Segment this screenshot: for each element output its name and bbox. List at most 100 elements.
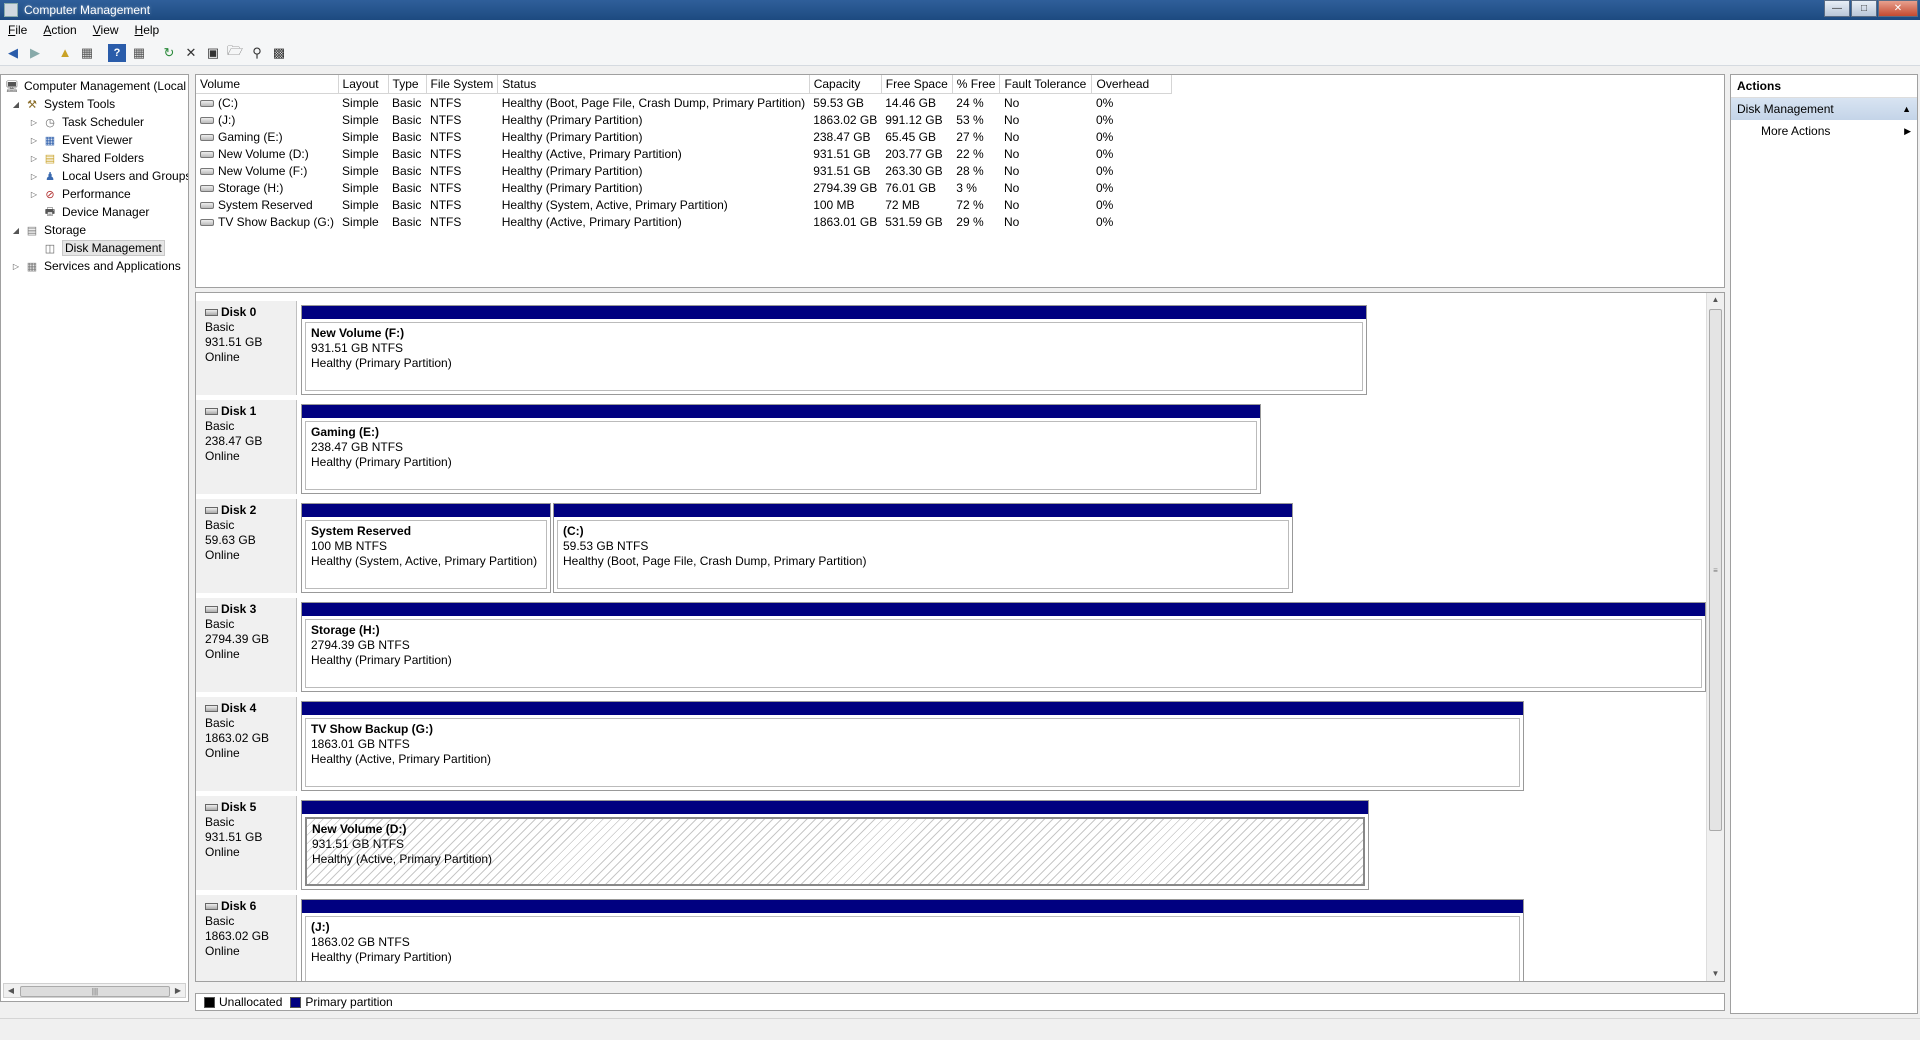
disk-row[interactable]: Disk 3 Basic 2794.39 GB Online Storage (H:) 2… (196, 598, 1706, 695)
help-icon[interactable]: ? (108, 43, 126, 62)
maximize-button[interactable]: □ (1851, 0, 1877, 17)
disk-info[interactable]: Disk 6 Basic 1863.02 GB Online (196, 895, 297, 981)
column-header-percent-free[interactable]: % Free (952, 75, 1001, 94)
disk-info[interactable]: Disk 4 Basic 1863.02 GB Online (196, 697, 297, 791)
minimize-button[interactable]: — (1824, 0, 1850, 17)
properties-icon[interactable]: ▣ (204, 44, 222, 62)
menu-action[interactable]: Action (35, 23, 84, 37)
partition-block[interactable]: New Volume (D:) 931.51 GB NTFS Healthy (Ac… (301, 800, 1369, 890)
tree-node-root[interactable]: 🖥 Computer Management (Local (5, 77, 186, 95)
table-row[interactable]: System Reserved Simple Basic NTFS Healthy (S… (196, 196, 1172, 213)
tree-node-local-users[interactable]: ▷ ♟ Local Users and Groups (29, 167, 188, 185)
close-button[interactable]: ✕ (1878, 0, 1918, 17)
disk-row[interactable]: Disk 0 Basic 931.51 GB Online New Volume (F:… (196, 301, 1706, 398)
menu-help[interactable]: Help (127, 23, 168, 37)
tree-node-storage[interactable]: ◢ ▤ Storage (11, 221, 86, 239)
tree-node-performance[interactable]: ▷ ⊘ Performance (29, 185, 131, 203)
partition-name: Storage (H:) (311, 623, 380, 637)
tree-node-device-manager[interactable]: 🖶 Device Manager (43, 203, 150, 221)
tree-node-event-viewer[interactable]: ▷ ▦ Event Viewer (29, 131, 133, 149)
expand-arrow-icon[interactable]: ▷ (29, 154, 39, 163)
disk-row[interactable]: Disk 4 Basic 1863.02 GB Online TV Show Backu… (196, 697, 1706, 794)
forward-arrow-icon[interactable]: ▶ (26, 44, 44, 62)
scroll-down-arrow-icon[interactable]: ▼ (1707, 967, 1724, 981)
scroll-up-arrow-icon[interactable]: ▲ (1707, 293, 1724, 307)
partition-size: 1863.01 GB NTFS (311, 737, 410, 751)
expand-arrow-icon[interactable]: ▷ (29, 190, 39, 199)
column-header-capacity[interactable]: Capacity (809, 75, 882, 94)
actions-section-disk-management[interactable]: Disk Management ▲ (1731, 98, 1917, 120)
open-icon[interactable]: 🗁 (226, 43, 244, 62)
table-row[interactable]: Storage (H:) Simple Basic NTFS Healthy (Prim… (196, 179, 1172, 196)
delete-icon[interactable]: ✕ (182, 44, 200, 62)
menu-file[interactable]: File (0, 23, 35, 37)
column-header-fault-tolerance[interactable]: Fault Tolerance (999, 75, 1093, 94)
table-row[interactable]: (J:) Simple Basic NTFS Healthy (Primary Part… (196, 111, 1172, 128)
expand-arrow-icon[interactable]: ▷ (29, 118, 39, 127)
collapse-up-icon[interactable]: ▲ (1902, 98, 1911, 120)
menu-view[interactable]: View (85, 23, 127, 37)
settings-icon[interactable]: ▩ (270, 44, 288, 62)
expand-arrow-icon[interactable]: ▷ (29, 136, 39, 145)
column-header-volume[interactable]: Volume (196, 75, 339, 94)
show-hide-tree-icon[interactable]: ▦ (78, 44, 96, 62)
column-header-file-system[interactable]: File System (426, 75, 499, 94)
scroll-right-arrow-icon[interactable]: ▶ (171, 984, 185, 997)
column-header-overhead[interactable]: Overhead (1091, 75, 1173, 94)
tree-node-task-scheduler[interactable]: ▷ ◷ Task Scheduler (29, 113, 144, 131)
disk-info[interactable]: Disk 2 Basic 59.63 GB Online (196, 499, 297, 593)
disk-row[interactable]: Disk 5 Basic 931.51 GB Online New Volume (D:… (196, 796, 1706, 893)
up-folder-icon[interactable]: ▲ (56, 44, 74, 62)
collapse-arrow-icon[interactable]: ◢ (11, 100, 21, 109)
table-row[interactable]: New Volume (F:) Simple Basic NTFS Healthy (P… (196, 162, 1172, 179)
disk-info[interactable]: Disk 3 Basic 2794.39 GB Online (196, 598, 297, 692)
search-icon[interactable]: ⚲ (248, 44, 266, 62)
disk-type: Basic (205, 320, 235, 334)
partition-block[interactable]: (C:) 59.53 GB NTFS Healthy (Boot, Page Fil… (553, 503, 1293, 593)
partition-block[interactable]: Gaming (E:) 238.47 GB NTFS Healthy (Primar… (301, 404, 1261, 494)
table-row[interactable]: New Volume (D:) Simple Basic NTFS Healthy (A… (196, 145, 1172, 162)
column-header-type[interactable]: Type (388, 75, 427, 94)
cell-free-space: 203.77 GB (885, 146, 943, 161)
scroll-left-arrow-icon[interactable]: ◀ (4, 984, 18, 997)
disk-info[interactable]: Disk 5 Basic 931.51 GB Online (196, 796, 297, 890)
partition-block[interactable]: (J:) 1863.02 GB NTFS Healthy (Primary Part… (301, 899, 1524, 981)
column-header-free-space[interactable]: Free Space (881, 75, 953, 94)
back-arrow-icon[interactable]: ◀ (4, 44, 22, 62)
partition-details: System Reserved 100 MB NTFS Healthy (Syste… (305, 520, 547, 589)
partition-block[interactable]: System Reserved 100 MB NTFS Healthy (Syste… (301, 503, 551, 593)
tree-label-storage: Storage (44, 223, 87, 237)
disk-info[interactable]: Disk 0 Basic 931.51 GB Online (196, 301, 297, 395)
partition-block[interactable]: New Volume (F:) 931.51 GB NTFS Healthy (Pr… (301, 305, 1367, 395)
collapse-arrow-icon[interactable]: ◢ (11, 226, 21, 235)
scrollbar-thumb[interactable]: ||| (20, 986, 170, 997)
column-header-layout[interactable]: Layout (338, 75, 389, 94)
disk-row[interactable]: Disk 1 Basic 238.47 GB Online Gaming (E:) 238… (196, 400, 1706, 497)
disk-status: Online (205, 647, 240, 661)
partition-name: New Volume (D:) (312, 822, 407, 836)
disk-view-vertical-scrollbar[interactable]: ▲ ≡ ▼ (1706, 293, 1724, 981)
tree-node-disk-management[interactable]: ◫ Disk Management (43, 239, 165, 257)
tree-node-system-tools[interactable]: ◢ ⚒ System Tools (11, 95, 115, 113)
table-row[interactable]: TV Show Backup (G:) Simple Basic NTFS Health… (196, 213, 1172, 230)
disk-info[interactable]: Disk 1 Basic 238.47 GB Online (196, 400, 297, 494)
tree-node-shared-folders[interactable]: ▷ ▤ Shared Folders (29, 149, 144, 167)
refresh-icon[interactable]: ↻ (160, 44, 178, 62)
column-header-status[interactable]: Status (497, 75, 810, 94)
cell-free-space: 263.30 GB (885, 163, 943, 178)
menu-view-label: iew (100, 23, 119, 37)
tree-node-services[interactable]: ▷ ▦ Services and Applications (11, 257, 181, 275)
more-actions-item[interactable]: More Actions ▶ (1731, 120, 1917, 142)
expand-arrow-icon[interactable]: ▷ (11, 262, 21, 271)
show-hide-action-pane-icon[interactable]: ▦ (130, 44, 148, 62)
table-row[interactable]: (C:) Simple Basic NTFS Healthy (Boot, Page F… (196, 94, 1172, 112)
partition-block[interactable]: TV Show Backup (G:) 1863.01 GB NTFS Health… (301, 701, 1524, 791)
disk-row[interactable]: Disk 6 Basic 1863.02 GB Online (J:) 1863.02 G… (196, 895, 1706, 981)
partition-block[interactable]: Storage (H:) 2794.39 GB NTFS Healthy (Prim… (301, 602, 1706, 692)
expand-arrow-icon[interactable]: ▷ (29, 172, 39, 181)
disk-row[interactable]: Disk 2 Basic 59.63 GB Online System Reserved… (196, 499, 1706, 596)
table-row[interactable]: Gaming (E:) Simple Basic NTFS Healthy (Prima… (196, 128, 1172, 145)
tree-label-task-scheduler: Task Scheduler (62, 115, 145, 129)
tree-horizontal-scrollbar[interactable]: ◀ ||| ▶ (3, 983, 186, 998)
scrollbar-thumb[interactable]: ≡ (1709, 309, 1722, 831)
